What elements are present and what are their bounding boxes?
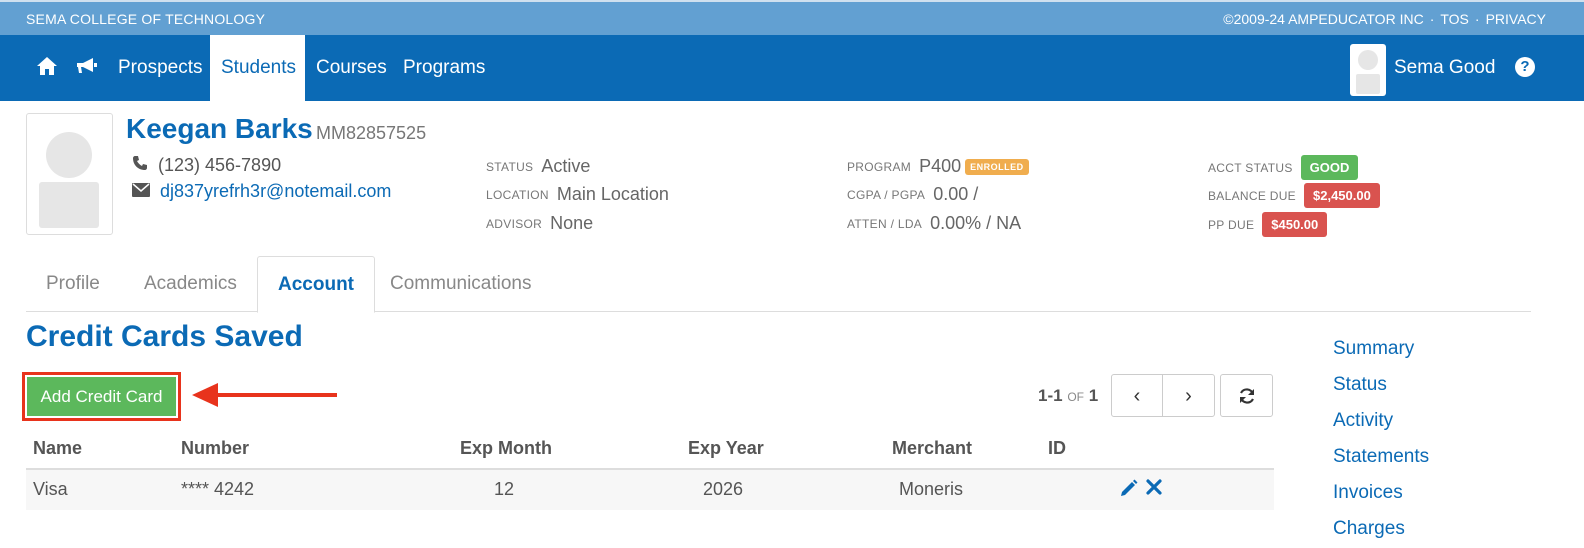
arrow-left-icon	[192, 381, 338, 414]
credit-cards-table: Name Number Exp Month Exp Year Merchant …	[26, 428, 1274, 510]
col-exp-year: Exp Year	[688, 438, 764, 458]
location-value: Main Location	[556, 184, 669, 204]
side-link-summary[interactable]: Summary	[1333, 338, 1414, 360]
student-phone: (123) 456-7890	[132, 155, 281, 176]
table-header: Name Number Exp Month Exp Year Merchant …	[26, 428, 1274, 470]
cgpa-label: CGPA / PGPA	[847, 187, 926, 202]
tos-link[interactable]: TOS	[1440, 11, 1469, 27]
email-link[interactable]: dj837yrefrh3r@notemail.com	[160, 181, 391, 202]
user-name[interactable]: Sema Good	[1394, 35, 1495, 101]
status-field: STATUS Active	[486, 156, 590, 177]
pager-info: 1-1 OF 1	[1038, 386, 1098, 406]
advisor-label: ADVISOR	[486, 216, 543, 231]
balance-due-badge: $2,450.00	[1304, 183, 1380, 208]
pencil-icon[interactable]	[1120, 479, 1138, 502]
avatar-head	[46, 132, 92, 178]
nav-prospects[interactable]: Prospects	[107, 35, 213, 101]
copyright-text: ©2009-24 AMPEDUCATOR INC	[1223, 11, 1424, 27]
tab-account[interactable]: Account	[257, 256, 375, 313]
college-name: SEMA COLLEGE OF TECHNOLOGY	[26, 11, 266, 27]
tab-profile[interactable]: Profile	[26, 256, 120, 312]
cell-exp-month: 12	[494, 479, 515, 499]
pager-total: 1	[1088, 386, 1099, 405]
table-row: Visa **** 4242 12 2026 Moneris	[26, 470, 1274, 510]
avatar-body	[39, 182, 99, 228]
nav-courses[interactable]: Courses	[305, 35, 398, 101]
pager-range: 1-1	[1038, 386, 1063, 405]
separator: ·	[1474, 11, 1480, 27]
col-number: Number	[181, 438, 250, 458]
separator: ·	[1429, 11, 1435, 27]
cell-number: **** 4242	[181, 479, 255, 499]
program-field: PROGRAM P400 ENROLLED	[847, 156, 1029, 177]
student-name: Keegan Barks	[126, 113, 313, 144]
side-link-charges[interactable]: Charges	[1333, 518, 1405, 540]
refresh-icon	[1238, 385, 1256, 407]
add-credit-card-button[interactable]: Add Credit Card	[27, 377, 176, 416]
cell-exp-year: 2026	[703, 479, 744, 499]
highlight-box: Add Credit Card	[22, 372, 181, 421]
cell-name: Visa	[33, 479, 68, 499]
enrolled-badge: ENROLLED	[965, 158, 1029, 175]
cgpa-field: CGPA / PGPA 0.00 /	[847, 184, 978, 205]
student-email: dj837yrefrh3r@notemail.com	[132, 181, 391, 202]
balance-due-label: BALANCE DUE	[1208, 188, 1296, 203]
cgpa-value: 0.00 /	[933, 184, 979, 204]
phone-icon	[132, 155, 148, 176]
refresh-button[interactable]	[1220, 374, 1273, 417]
acct-status-field: ACCT STATUS GOOD	[1208, 155, 1359, 180]
location-field: LOCATION Main Location	[486, 184, 669, 205]
phone-number: (123) 456-7890	[158, 155, 282, 175]
acct-status-badge: GOOD	[1300, 155, 1359, 180]
col-id: ID	[1048, 438, 1066, 458]
nav-students[interactable]: Students	[210, 35, 305, 101]
col-name: Name	[33, 438, 83, 458]
top-bar-links: ©2009-24 AMPEDUCATOR INC · TOS · PRIVACY	[1223, 11, 1546, 27]
advisor-field: ADVISOR None	[486, 213, 593, 234]
program-label: PROGRAM	[847, 159, 912, 174]
attendance-field: ATTEN / LDA 0.00% / NA	[847, 213, 1021, 234]
next-page-button[interactable]: ›	[1162, 374, 1215, 417]
attendance-label: ATTEN / LDA	[847, 216, 923, 231]
side-link-invoices[interactable]: Invoices	[1333, 482, 1403, 504]
cell-merchant: Moneris	[899, 479, 964, 499]
attendance-value: 0.00% / NA	[930, 213, 1022, 233]
prev-page-button[interactable]: ‹	[1111, 374, 1163, 417]
student-id: MM82857525	[316, 123, 427, 143]
tab-communications[interactable]: Communications	[370, 256, 552, 312]
location-label: LOCATION	[486, 187, 549, 202]
program-value: P400	[919, 156, 962, 176]
status-label: STATUS	[486, 159, 534, 174]
close-icon[interactable]	[1146, 479, 1162, 500]
envelope-icon	[132, 181, 150, 202]
advisor-value: None	[550, 213, 594, 233]
section-title: Credit Cards Saved	[26, 320, 303, 353]
pp-due-badge: $450.00	[1262, 212, 1328, 237]
balance-due-field: BALANCE DUE $2,450.00	[1208, 183, 1380, 208]
home-icon[interactable]	[36, 55, 58, 82]
pager-of: OF	[1067, 390, 1084, 404]
tab-academics[interactable]: Academics	[124, 256, 257, 312]
pp-due-label: PP DUE	[1208, 217, 1255, 232]
side-link-activity[interactable]: Activity	[1333, 410, 1393, 432]
student-tabs: Profile Academics Account Communications	[26, 256, 1531, 313]
megaphone-icon[interactable]	[75, 56, 99, 81]
main-nav: Prospects Students Courses Programs Sema…	[0, 35, 1584, 101]
help-icon[interactable]: ?	[1515, 57, 1535, 77]
top-bar: SEMA COLLEGE OF TECHNOLOGY ©2009-24 AMPE…	[0, 0, 1584, 35]
col-merchant: Merchant	[892, 438, 973, 458]
side-link-status[interactable]: Status	[1333, 374, 1387, 396]
status-value: Active	[541, 156, 591, 176]
privacy-link[interactable]: PRIVACY	[1486, 11, 1546, 27]
pp-due-field: PP DUE $450.00	[1208, 212, 1328, 237]
acct-status-label: ACCT STATUS	[1208, 160, 1293, 175]
user-avatar[interactable]	[1350, 44, 1386, 96]
col-exp-month: Exp Month	[460, 438, 552, 458]
side-link-statements[interactable]: Statements	[1333, 446, 1429, 468]
student-avatar	[26, 113, 113, 235]
nav-programs[interactable]: Programs	[392, 35, 496, 101]
